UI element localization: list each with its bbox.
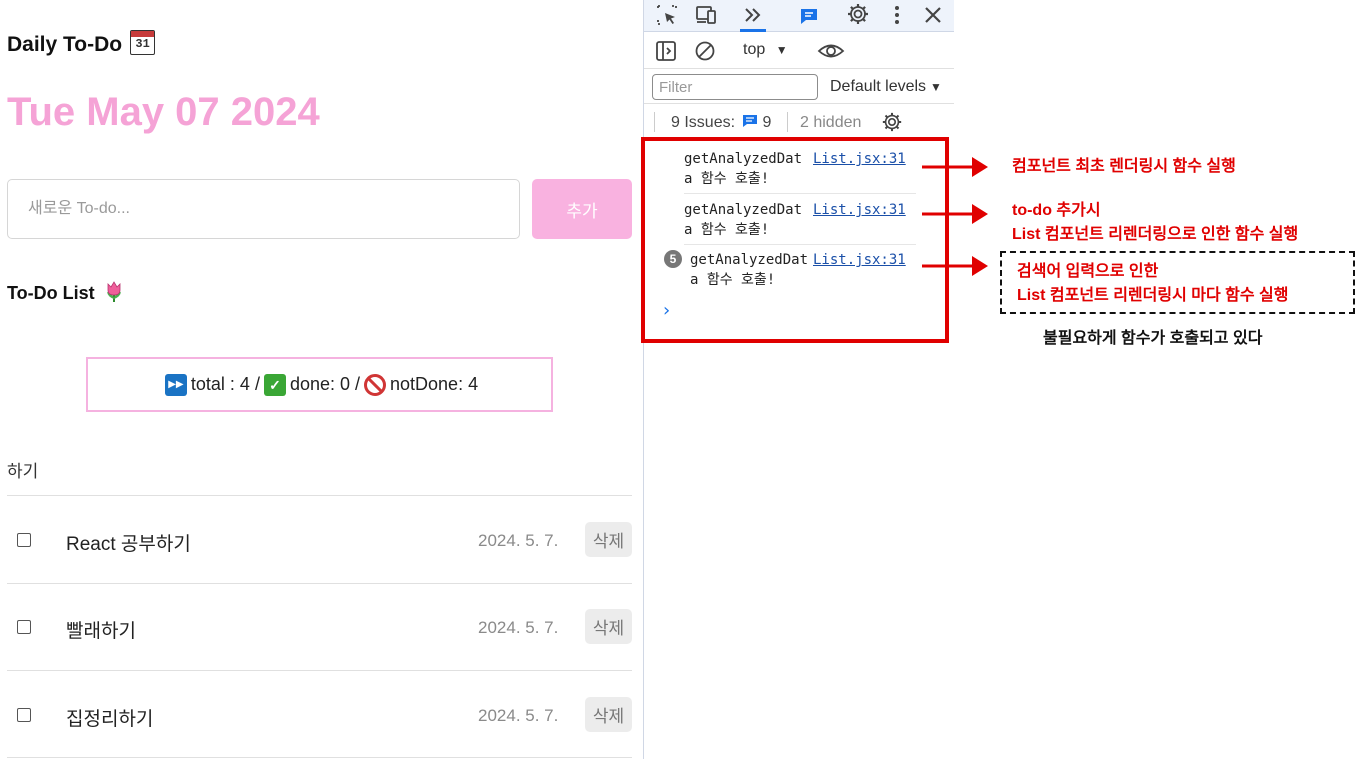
more-tabs-icon[interactable] xyxy=(741,3,765,27)
todo-date: 2024. 5. 7. xyxy=(478,618,559,637)
today-date: Tue May 07 2024 xyxy=(7,90,320,134)
annotation-initial-render: 컴포넌트 최초 렌더링시 함수 실행 xyxy=(1012,158,1236,175)
delete-button[interactable]: 삭제 xyxy=(585,697,632,732)
console-toolbar: top ▼ xyxy=(644,33,954,69)
issues-row: 9 Issues: 9 2 hidden xyxy=(644,106,954,138)
context-selector[interactable]: top ▼ xyxy=(743,41,788,59)
todo-item: 빨래하기 2024. 5. 7. 삭제 xyxy=(7,583,632,670)
arrow-icon xyxy=(922,204,988,224)
hidden-count: 2 hidden xyxy=(800,114,862,131)
filter-input[interactable] xyxy=(652,74,818,100)
delete-button[interactable]: 삭제 xyxy=(585,609,632,644)
arrow-icon xyxy=(922,157,988,177)
todo-checkbox[interactable] xyxy=(17,533,31,547)
log-levels-dropdown[interactable]: Default levels ▼ xyxy=(830,78,942,96)
todo-item: React 공부하기 2024. 5. 7. 삭제 xyxy=(7,496,632,583)
issue-message-icon xyxy=(743,115,757,127)
dropdown-arrow-icon: ▼ xyxy=(930,80,942,94)
annotation-summary: 불필요하게 함수가 호출되고 있다 xyxy=(1043,330,1263,347)
live-expression-eye-icon[interactable] xyxy=(817,39,845,63)
highlight-box xyxy=(641,137,949,343)
todo-checkbox[interactable] xyxy=(17,620,31,634)
stats-notdone: notDone: 4 xyxy=(390,374,479,394)
annotation-add-todo: to-do 추가시 List 컴포넌트 리렌더링으로 인한 함수 실행 xyxy=(1012,202,1299,243)
check-mark-icon: ✓ xyxy=(263,373,286,396)
separator xyxy=(787,112,788,132)
clear-console-icon[interactable] xyxy=(693,39,717,63)
delete-button[interactable]: 삭제 xyxy=(585,522,632,557)
calendar-icon: 31 xyxy=(130,30,156,55)
new-todo-input[interactable] xyxy=(7,179,520,239)
messages-icon[interactable] xyxy=(797,4,821,28)
inspect-element-icon[interactable] xyxy=(655,3,679,27)
active-tab-indicator xyxy=(740,29,766,32)
kebab-menu-icon[interactable] xyxy=(885,3,909,27)
tulip-icon xyxy=(106,281,121,302)
stats-done: done: 0 / xyxy=(289,374,361,394)
todo-text: 빨래하기 xyxy=(66,621,136,642)
settings-gear-icon[interactable] xyxy=(846,2,870,26)
issues-label[interactable]: 9 Issues: xyxy=(671,114,735,132)
list-title: To-Do List xyxy=(7,281,124,304)
sidebar-toggle-icon[interactable] xyxy=(654,39,678,63)
todo-date: 2024. 5. 7. xyxy=(478,706,559,725)
close-icon[interactable] xyxy=(921,3,945,27)
annotation-search-input: 검색어 입력으로 인한 List 컴포넌트 리렌더링시 마다 함수 실행 xyxy=(1017,263,1289,304)
dropdown-arrow-icon: ▼ xyxy=(775,43,788,57)
fast-forward-icon: ▶▶ xyxy=(164,373,187,396)
app-title: Daily To-Do xyxy=(7,33,123,56)
todo-text: React 공부하기 xyxy=(66,534,191,555)
device-toolbar-icon[interactable] xyxy=(694,3,718,27)
prohibited-icon xyxy=(364,373,387,396)
todo-item: 집정리하기 2024. 5. 7. 삭제 xyxy=(7,671,632,758)
issues-badge[interactable]: 9 xyxy=(742,114,771,132)
separator xyxy=(654,112,655,132)
todo-date: 2024. 5. 7. xyxy=(478,531,559,550)
todo-checkbox[interactable] xyxy=(17,708,31,722)
devtools-tabbar xyxy=(644,0,954,32)
devtools-panel: top ▼ Default levels▼ 9 Issues: 9 2 hidd… xyxy=(643,0,954,759)
arrow-icon xyxy=(922,256,988,276)
filter-row: Default levels▼ xyxy=(644,70,954,104)
issues-settings-gear-icon[interactable] xyxy=(881,111,903,133)
search-input-fragment[interactable]: 하기 xyxy=(7,457,38,482)
app-header: Daily To-Do 31 xyxy=(7,30,156,57)
add-button[interactable]: 추가 xyxy=(532,179,632,239)
stats-panel: ▶▶ total : 4 / ✓ done: 0 / notDone: 4 xyxy=(86,357,553,412)
todo-app: Daily To-Do 31 Tue May 07 2024 추가 To-Do L… xyxy=(0,0,643,759)
stats-total: total : 4 / xyxy=(190,374,260,394)
divider xyxy=(7,757,632,758)
todo-text: 집정리하기 xyxy=(66,709,154,730)
